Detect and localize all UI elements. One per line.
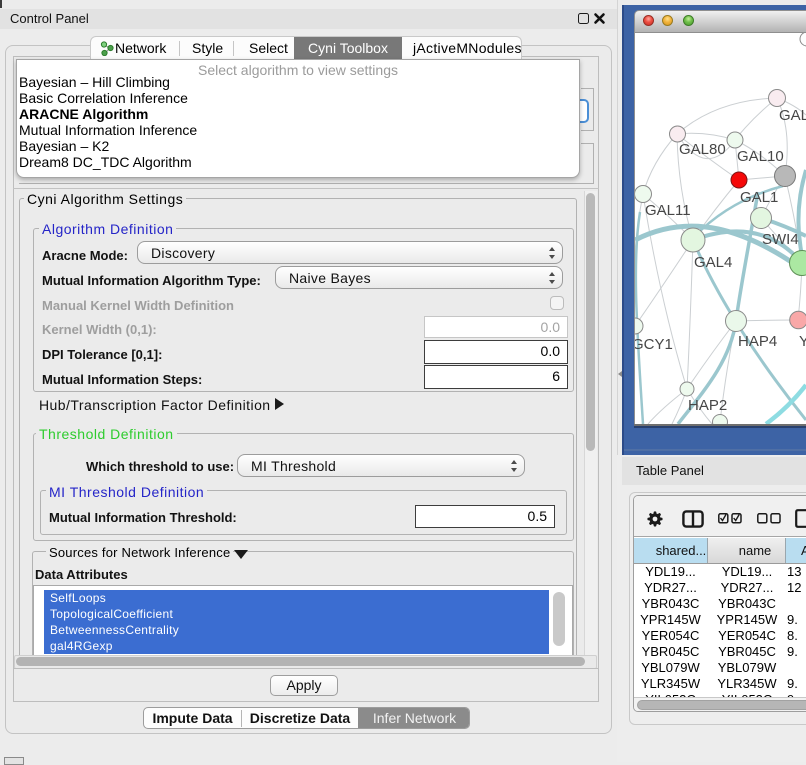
svg-text:GCY1: GCY1 <box>635 336 673 353</box>
svg-text:Y: Y <box>799 333 806 350</box>
svg-text:GAL4: GAL4 <box>694 254 732 271</box>
svg-text:HAP4: HAP4 <box>738 333 777 350</box>
svg-text:SWI4: SWI4 <box>762 231 799 248</box>
svg-text:GAL1: GAL1 <box>740 189 778 206</box>
svg-text:GAL11: GAL11 <box>645 202 691 219</box>
svg-text:GAL2: GAL2 <box>779 107 806 124</box>
svg-text:GAL80: GAL80 <box>679 141 726 158</box>
svg-text:HAP2: HAP2 <box>688 397 727 414</box>
svg-text:GAL10: GAL10 <box>737 148 784 165</box>
